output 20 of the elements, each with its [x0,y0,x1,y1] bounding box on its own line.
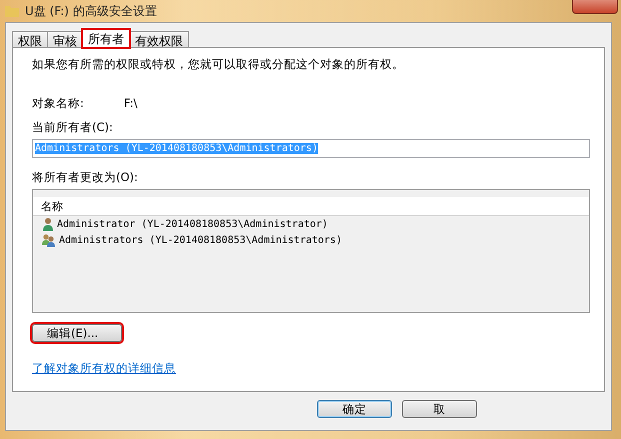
list-item[interactable]: Administrators (YL-201408180853\Administrators) [33,232,589,248]
list-item[interactable]: Administrator (YL-201408180853\Administrator) [33,216,589,232]
user-icon [41,217,55,231]
tab[interactable]: 权限 [12,31,48,48]
dialog-button[interactable]: 确定 [317,400,392,418]
window-title: U盘 (F:) 的高级安全设置 [25,2,157,20]
tab[interactable]: 有效权限 [129,31,189,48]
object-name-value: F:\ [124,96,138,111]
details-link[interactable]: 了解对象所有权的详细信息 [32,361,176,376]
intro-text: 如果您有所需的权限或特权，您就可以取得或分配这个对象的所有权。 [32,57,405,72]
edit-button[interactable]: 编辑(E)... [32,324,122,342]
field-label: 当前所有者(C): [32,120,114,135]
field-label: 将所有者更改为(O): [32,170,139,185]
field-label: 对象名称: [32,96,84,111]
tab[interactable]: 所有者 [82,29,130,48]
folder-icon [5,5,19,17]
close-button[interactable] [572,0,618,14]
column-header[interactable]: 名称 [33,197,589,216]
dialog-button[interactable]: 取 [402,400,477,418]
users-icon [41,233,57,247]
